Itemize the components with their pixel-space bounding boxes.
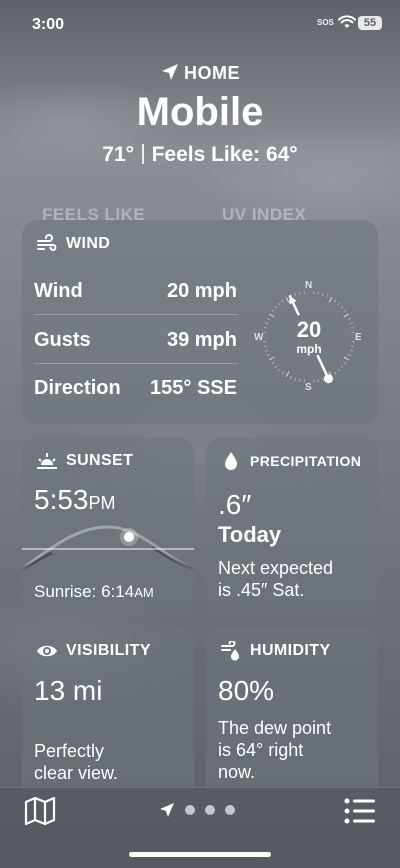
location-arrow-icon bbox=[160, 62, 180, 82]
divider bbox=[34, 363, 238, 364]
battery-icon: 55 bbox=[358, 16, 382, 30]
feels-like-card-peek: FEELS LIKE bbox=[42, 205, 145, 220]
compass-speed: 20 bbox=[254, 317, 364, 343]
precipitation-note-line2: is .45″ Sat. bbox=[218, 579, 304, 601]
page-indicator[interactable] bbox=[159, 802, 235, 818]
home-indicator[interactable] bbox=[129, 852, 271, 857]
gusts-value: 39 mph bbox=[132, 329, 237, 352]
sunset-icon bbox=[36, 451, 58, 471]
humidity-note-line1: The dew point bbox=[218, 717, 331, 739]
humidity-icon bbox=[220, 641, 242, 661]
uv-index-card-peek: UV INDEX bbox=[222, 205, 306, 220]
visibility-title: VISIBILITY bbox=[66, 642, 151, 660]
location-text: HOME bbox=[184, 63, 240, 83]
compass-unit: mph bbox=[254, 342, 364, 356]
arrow-tail-dot bbox=[324, 374, 333, 383]
temperature-summary: 71° Feels Like: 64° bbox=[0, 143, 400, 167]
wind-icon bbox=[36, 234, 58, 254]
direction-value: 155° SSE bbox=[132, 377, 237, 400]
list-icon[interactable] bbox=[344, 798, 376, 824]
sunrise-text: Sunrise: 6:14AM bbox=[34, 581, 154, 604]
divider bbox=[34, 314, 238, 315]
precipitation-card-header: PRECIPITATION bbox=[220, 451, 361, 471]
sun-path-chart bbox=[22, 517, 194, 577]
page-dot bbox=[225, 805, 235, 815]
raindrop-icon bbox=[220, 451, 242, 471]
precipitation-title: PRECIPITATION bbox=[250, 453, 361, 469]
sunset-title: SUNSET bbox=[66, 452, 133, 470]
sunset-time: 5:53PM bbox=[34, 484, 116, 516]
separator bbox=[142, 144, 144, 164]
sunset-card-header: SUNSET bbox=[36, 451, 133, 471]
wifi-icon bbox=[338, 15, 356, 29]
sunset-time-value: 5:53 bbox=[34, 484, 89, 515]
precipitation-amount: .6″ bbox=[218, 489, 251, 521]
map-icon[interactable] bbox=[24, 796, 56, 826]
sunrise-label: Sunrise: 6:14 bbox=[34, 582, 134, 601]
visibility-note-line2: clear view. bbox=[34, 762, 118, 784]
visibility-card[interactable]: VISIBILITY 13 mi Perfectly clear view. bbox=[22, 627, 194, 805]
current-location-icon bbox=[159, 802, 175, 818]
gusts-label: Gusts bbox=[34, 329, 91, 352]
precipitation-period: Today bbox=[218, 522, 281, 548]
sunrise-ampm: AM bbox=[134, 585, 154, 600]
sos-indicator: SOS bbox=[317, 18, 334, 27]
precipitation-card[interactable]: PRECIPITATION .6″ Today Next expected is… bbox=[206, 437, 378, 615]
humidity-value: 80% bbox=[218, 675, 274, 707]
compass-north: N bbox=[305, 280, 312, 291]
direction-label: Direction bbox=[34, 377, 121, 400]
visibility-value: 13 mi bbox=[34, 675, 102, 707]
humidity-note-line2: is 64° right bbox=[218, 739, 303, 761]
visibility-note-line1: Perfectly bbox=[34, 740, 104, 762]
sunset-card[interactable]: SUNSET 5:53PM Sunrise: 6:14AM bbox=[22, 437, 194, 615]
uv-index-peek-label: UV INDEX bbox=[222, 205, 306, 220]
page-dot bbox=[205, 805, 215, 815]
current-temperature: 71° bbox=[102, 143, 134, 166]
wind-speed-value: 20 mph bbox=[132, 280, 237, 303]
humidity-card[interactable]: HUMIDITY 80% The dew point is 64° right … bbox=[206, 627, 378, 805]
wind-card-header: WIND bbox=[36, 234, 110, 254]
wind-card[interactable]: WIND Wind 20 mph Gusts 39 mph Direction … bbox=[22, 220, 378, 424]
sunset-ampm: PM bbox=[89, 493, 116, 513]
page-dot bbox=[185, 805, 195, 815]
precipitation-note-line1: Next expected bbox=[218, 557, 333, 579]
wind-compass: N E S W 20 mph bbox=[254, 282, 364, 392]
compass-south: S bbox=[305, 382, 312, 393]
humidity-card-header: HUMIDITY bbox=[220, 641, 331, 661]
wind-speed-label: Wind bbox=[34, 280, 83, 303]
status-time: 3:00 bbox=[32, 16, 64, 34]
city-name: Mobile bbox=[0, 90, 400, 135]
humidity-title: HUMIDITY bbox=[250, 642, 331, 660]
feels-like-peek-label: FEELS LIKE bbox=[42, 205, 145, 220]
visibility-card-header: VISIBILITY bbox=[36, 641, 151, 661]
humidity-note-line3: now. bbox=[218, 761, 255, 783]
feels-like-text: Feels Like: 64° bbox=[152, 143, 298, 166]
wind-title: WIND bbox=[66, 235, 110, 253]
eye-icon bbox=[36, 641, 58, 661]
location-label: HOME bbox=[0, 62, 400, 84]
